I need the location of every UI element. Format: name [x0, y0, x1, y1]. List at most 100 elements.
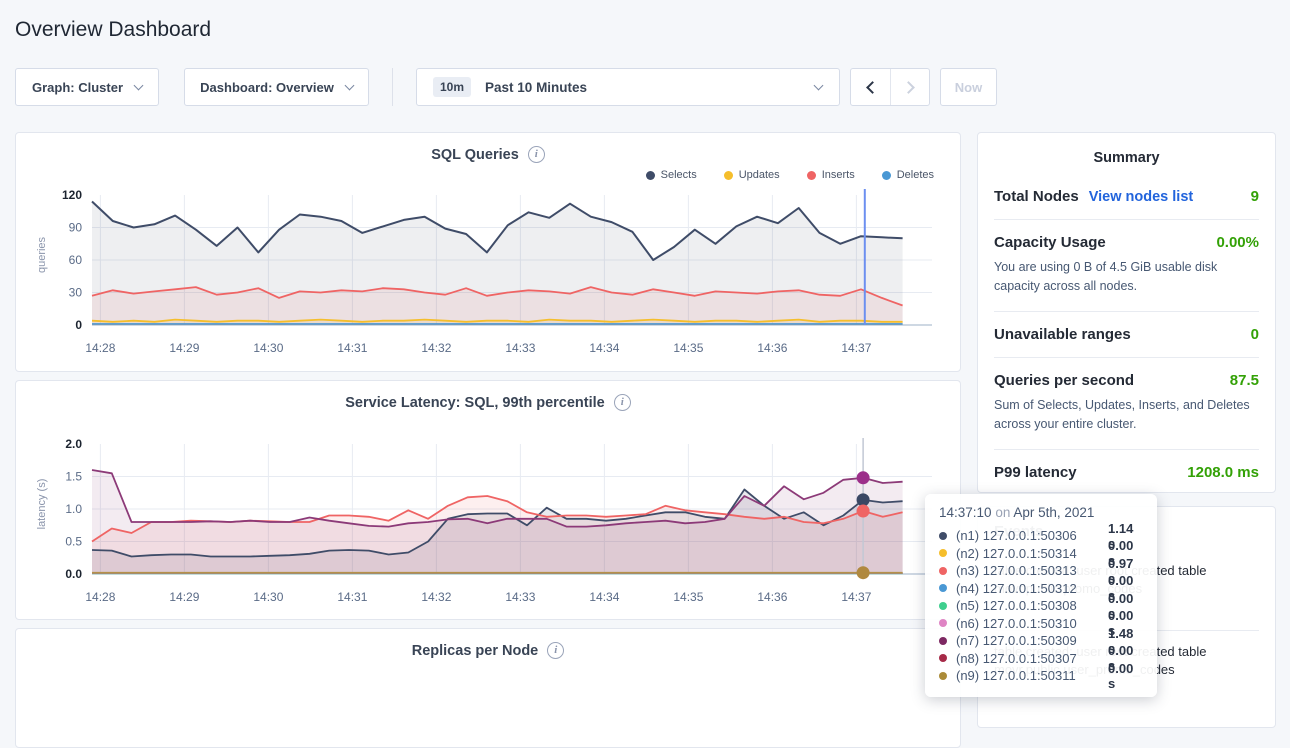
- svg-text:14:30: 14:30: [253, 341, 283, 355]
- time-range-badge: 10m: [433, 77, 471, 97]
- summary-row-unavailable-ranges: Unavailable ranges 0: [994, 326, 1259, 343]
- dashboard-dropdown-label: Dashboard: Overview: [200, 80, 334, 95]
- svg-text:14:31: 14:31: [337, 341, 367, 355]
- legend-dot-icon: [882, 171, 891, 180]
- summary-label: Total Nodes: [994, 188, 1079, 205]
- legend-label: Selects: [661, 169, 697, 181]
- chart-title: Service Latency: SQL, 99th percentile: [345, 395, 605, 411]
- view-nodes-list-link[interactable]: View nodes list: [1089, 189, 1194, 205]
- summary-label: Capacity Usage: [994, 234, 1106, 251]
- svg-text:2.0: 2.0: [65, 437, 82, 451]
- info-icon[interactable]: i: [547, 642, 564, 659]
- svg-text:14:32: 14:32: [421, 590, 451, 604]
- page-title: Overview Dashboard: [15, 16, 1290, 44]
- series-dot-icon: [939, 672, 947, 680]
- svg-text:14:35: 14:35: [673, 590, 703, 604]
- legend-dot-icon: [807, 171, 816, 180]
- tooltip-node-label: (n2) 127.0.0.1:50314: [956, 546, 1108, 561]
- summary-row-capacity-usage: Capacity Usage 0.00% You are using 0 B o…: [994, 234, 1259, 297]
- summary-panel: Summary Total Nodes View nodes list 9 Ca…: [977, 132, 1276, 493]
- divider: [994, 357, 1259, 358]
- summary-description: Sum of Selects, Updates, Inserts, and De…: [994, 396, 1259, 435]
- svg-text:14:30: 14:30: [253, 590, 283, 604]
- now-button[interactable]: Now: [940, 68, 997, 106]
- time-nav-group: [850, 68, 930, 106]
- tooltip-node-row: (n9) 127.0.0.1:503110.00 s: [939, 667, 1143, 685]
- summary-value: 1208.0 ms: [1187, 464, 1259, 481]
- svg-text:1.5: 1.5: [65, 470, 82, 484]
- series-dot-icon: [939, 584, 947, 592]
- legend-item-selects[interactable]: Selects: [646, 168, 697, 182]
- tooltip-node-value: 0.00 s: [1108, 661, 1143, 691]
- chart-title: SQL Queries: [431, 147, 519, 163]
- svg-text:90: 90: [69, 221, 83, 235]
- time-forward-button[interactable]: [890, 69, 929, 105]
- svg-text:0: 0: [75, 318, 82, 332]
- legend-dot-icon: [724, 171, 733, 180]
- time-range-label: Past 10 Minutes: [485, 80, 587, 95]
- summary-row-queries-per-second: Queries per second 87.5 Sum of Selects, …: [994, 372, 1259, 435]
- summary-row-total-nodes: Total Nodes View nodes list 9: [994, 188, 1259, 205]
- svg-text:14:35: 14:35: [673, 341, 703, 355]
- replicas-per-node-panel: Replicas per Node i: [15, 628, 961, 748]
- tooltip-node-label: (n3) 127.0.0.1:50313: [956, 563, 1108, 578]
- time-back-button[interactable]: [851, 69, 890, 105]
- summary-value: 0.00%: [1216, 234, 1259, 251]
- legend-label: Updates: [739, 169, 780, 181]
- svg-text:30: 30: [69, 286, 83, 300]
- chevron-left-icon: [866, 81, 879, 94]
- summary-title: Summary: [994, 150, 1259, 166]
- chevron-down-icon: [134, 80, 144, 90]
- chevron-down-icon: [814, 80, 824, 90]
- y-axis-label: queries: [36, 237, 48, 273]
- summary-description: You are using 0 B of 4.5 GiB usable disk…: [994, 258, 1259, 297]
- sql-legend: Selects Updates Inserts Deletes: [32, 168, 934, 182]
- svg-text:14:37: 14:37: [841, 590, 871, 604]
- svg-text:14:32: 14:32: [421, 341, 451, 355]
- tooltip-on-text: on: [995, 505, 1010, 520]
- svg-text:14:36: 14:36: [757, 341, 787, 355]
- tooltip-node-label: (n9) 127.0.0.1:50311: [956, 668, 1108, 683]
- service-latency-chart[interactable]: 14:2814:2914:3014:3114:3214:3314:3414:35…: [32, 432, 944, 606]
- svg-text:1.0: 1.0: [65, 502, 82, 516]
- chevron-down-icon: [344, 80, 354, 90]
- svg-text:14:34: 14:34: [589, 341, 619, 355]
- sql-queries-chart[interactable]: 14:2814:2914:3014:3114:3214:3314:3414:35…: [32, 183, 944, 357]
- svg-text:14:31: 14:31: [337, 590, 367, 604]
- svg-text:14:33: 14:33: [505, 341, 535, 355]
- legend-label: Inserts: [822, 169, 855, 181]
- svg-text:0.5: 0.5: [65, 535, 82, 549]
- chart-title: Replicas per Node: [412, 643, 539, 659]
- summary-label: P99 latency: [994, 464, 1077, 481]
- summary-label: Unavailable ranges: [994, 326, 1131, 343]
- svg-text:14:29: 14:29: [169, 341, 199, 355]
- tooltip-node-label: (n7) 127.0.0.1:50309: [956, 633, 1108, 648]
- tooltip-date: Apr 5th, 2021: [1013, 505, 1094, 520]
- legend-item-updates[interactable]: Updates: [724, 168, 780, 182]
- legend-item-deletes[interactable]: Deletes: [882, 168, 934, 182]
- service-latency-panel: Service Latency: SQL, 99th percentile i …: [15, 380, 961, 620]
- summary-value: 87.5: [1230, 372, 1259, 389]
- info-icon[interactable]: i: [528, 146, 545, 163]
- charts-column: SQL Queries i Selects Updates Inserts Delet…: [15, 132, 961, 748]
- svg-text:0.0: 0.0: [65, 567, 82, 581]
- chevron-right-icon: [902, 81, 915, 94]
- svg-text:14:29: 14:29: [169, 590, 199, 604]
- legend-item-inserts[interactable]: Inserts: [807, 168, 855, 182]
- tooltip-rows: (n1) 127.0.0.1:503061.14 s(n2) 127.0.0.1…: [939, 527, 1143, 685]
- chart-hover-tooltip: 14:37:10 on Apr 5th, 2021 (n1) 127.0.0.1…: [925, 494, 1157, 697]
- divider: [994, 449, 1259, 450]
- graph-dropdown[interactable]: Graph: Cluster: [15, 68, 159, 106]
- dashboard-dropdown[interactable]: Dashboard: Overview: [184, 68, 369, 106]
- series-dot-icon: [939, 549, 947, 557]
- summary-label: Queries per second: [994, 372, 1134, 389]
- series-dot-icon: [939, 654, 947, 662]
- tooltip-node-label: (n8) 127.0.0.1:50307: [956, 651, 1108, 666]
- info-icon[interactable]: i: [614, 394, 631, 411]
- time-range-dropdown[interactable]: 10m Past 10 Minutes: [416, 68, 840, 106]
- controls-bar: Graph: Cluster Dashboard: Overview 10m P…: [15, 68, 1275, 106]
- series-dot-icon: [939, 602, 947, 610]
- tooltip-node-label: (n4) 127.0.0.1:50312: [956, 581, 1108, 596]
- series-dot-icon: [939, 619, 947, 627]
- svg-text:14:28: 14:28: [85, 590, 115, 604]
